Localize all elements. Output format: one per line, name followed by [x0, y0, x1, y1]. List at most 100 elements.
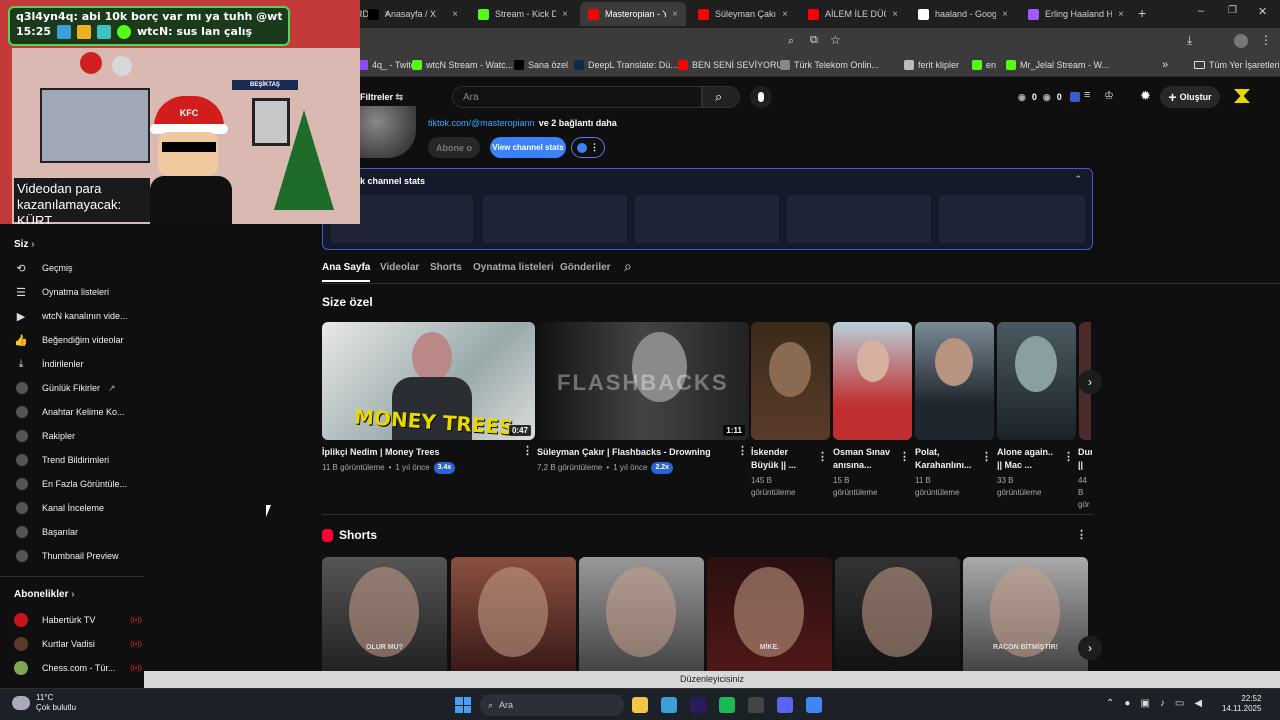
video-thumbnail[interactable]: MONEY TREES 0:47: [322, 322, 535, 440]
window-minimize-button[interactable]: –: [1198, 5, 1204, 17]
settings-icon[interactable]: ✹: [1140, 88, 1151, 104]
bookmark-item[interactable]: en: [972, 60, 996, 70]
carousel-next-button[interactable]: ›: [1078, 370, 1102, 394]
sidebar-item[interactable]: Günlük Fikirler ↗: [14, 378, 142, 398]
sidebar-item[interactable]: 👍 Beğendiğim videolar: [14, 330, 142, 350]
tab-close-icon[interactable]: ×: [782, 9, 788, 20]
sidebar-item[interactable]: ⤓ İndirilenler: [14, 354, 142, 374]
search-button[interactable]: ⌕: [702, 86, 740, 108]
view-channel-stats-button[interactable]: View channel stats: [490, 137, 566, 158]
short-thumbnail[interactable]: MİKE.: [707, 557, 832, 671]
sidebar-item[interactable]: Kanal İnceleme: [14, 498, 142, 518]
video-menu-icon[interactable]: ⋮: [899, 450, 910, 463]
sidebar-you-header[interactable]: Siz ›: [14, 239, 35, 250]
all-bookmarks-folder[interactable]: Tüm Yer İşaretleri: [1194, 60, 1280, 70]
video-title[interactable]: Dur || M...: [1078, 446, 1092, 472]
subscription-item[interactable]: Chess.com - Tür... ((•)): [14, 658, 142, 678]
tab-close-icon[interactable]: ×: [1002, 9, 1008, 20]
short-thumbnail[interactable]: [835, 557, 960, 671]
sidebar-item[interactable]: En Fazla Görüntüle...: [14, 474, 142, 494]
browser-tab[interactable]: Erling Haaland Ha ×: [1020, 2, 1132, 26]
short-thumbnail[interactable]: OLUR MU?: [322, 557, 447, 671]
video-menu-icon[interactable]: ⋮: [817, 450, 828, 463]
tab-close-icon[interactable]: ×: [892, 9, 898, 20]
tab-playlists[interactable]: Oynatma listeleri: [473, 262, 554, 273]
video-thumbnail[interactable]: [997, 322, 1076, 440]
sidebar-subs-header[interactable]: Abonelikler ›: [14, 589, 75, 600]
bookmark-item[interactable]: Mr_Jelal Stream - W...: [1006, 60, 1109, 70]
app-icon[interactable]: [661, 697, 677, 713]
channel-link-more[interactable]: ve 2 bağlantı daha: [539, 118, 617, 128]
tab-shorts[interactable]: Shorts: [430, 262, 462, 273]
video-menu-icon[interactable]: ⋮: [737, 444, 748, 457]
bookmarks-more-icon[interactable]: »: [1162, 59, 1168, 71]
chrome-icon[interactable]: [806, 697, 822, 713]
short-thumbnail[interactable]: [451, 557, 576, 671]
video-menu-icon[interactable]: ⋮: [1063, 450, 1074, 463]
tab-videos[interactable]: Videolar: [380, 262, 419, 273]
bookmark-item[interactable]: BEN SENİ SEVİYORU...: [678, 60, 791, 70]
sidebar-item[interactable]: Başarılar: [14, 522, 142, 542]
browser-tab[interactable]: Süleyman Çakır ve ×: [690, 2, 796, 26]
channel-search-icon[interactable]: ⌕: [624, 258, 632, 275]
tray-app-icon[interactable]: ●: [1124, 698, 1130, 709]
install-icon[interactable]: ⧉: [810, 34, 818, 47]
tab-close-icon[interactable]: ×: [562, 9, 568, 20]
sidebar-item[interactable]: Anahtar Kelime Ko...: [14, 402, 142, 422]
app-icon[interactable]: [748, 697, 764, 713]
shorts-menu-icon[interactable]: ⋮: [1076, 528, 1087, 541]
video-thumbnail[interactable]: FLASHBACKS 1:11: [537, 322, 749, 440]
tab-posts[interactable]: Gönderiler: [560, 262, 611, 273]
video-title[interactable]: Süleyman Çakır | Flashbacks - Drowning: [537, 446, 727, 459]
mic-icon[interactable]: ♪: [1160, 698, 1165, 709]
tab-home[interactable]: Ana Sayfa: [322, 262, 371, 282]
downloads-icon[interactable]: ⤓: [1187, 33, 1192, 48]
sidebar-item[interactable]: Thumbnail Preview: [14, 546, 142, 566]
video-thumbnail[interactable]: [833, 322, 912, 440]
bookmark-item[interactable]: ferit klipler: [904, 60, 959, 70]
sidebar-item[interactable]: ☰ Oynatma listeleri: [14, 282, 142, 302]
video-menu-icon[interactable]: ⋮: [981, 450, 992, 463]
display-icon[interactable]: ▭: [1175, 698, 1184, 709]
window-close-button[interactable]: ✕: [1258, 5, 1267, 18]
subscribe-button[interactable]: Abone o: [428, 137, 480, 158]
volume-icon[interactable]: ◀: [1194, 698, 1202, 709]
premiere-icon[interactable]: [690, 697, 706, 713]
tray-app-icon[interactable]: ▣: [1140, 698, 1149, 709]
bookmark-item[interactable]: Sana özel: [514, 60, 568, 70]
filters-button[interactable]: Filtreler ⇆: [360, 92, 403, 103]
video-thumbnail[interactable]: [751, 322, 830, 440]
create-button[interactable]: + Oluştur: [1160, 86, 1220, 108]
spotify-icon[interactable]: [719, 697, 735, 713]
bookmark-item[interactable]: Türk Telekom Onlin...: [780, 60, 879, 70]
short-thumbnail[interactable]: [579, 557, 704, 671]
bookmark-item[interactable]: DeepL Translate: Dü...: [574, 60, 678, 70]
trophy-icon[interactable]: ♔: [1104, 89, 1114, 102]
sidebar-item[interactable]: Rakipler: [14, 426, 142, 446]
menu-icon[interactable]: ⋮: [1260, 33, 1272, 47]
short-thumbnail[interactable]: RACON BİTMİŞTİR!: [963, 557, 1088, 671]
taskbar-search[interactable]: ⌕ Ara: [480, 694, 624, 716]
subscription-item[interactable]: Kurtlar Vadisi ((•)): [14, 634, 142, 654]
video-title[interactable]: Osman Sınav anısına...: [833, 446, 895, 472]
browser-tab[interactable]: Masteropian - Yo ×: [580, 2, 686, 26]
tab-close-icon[interactable]: ×: [452, 9, 458, 20]
shorts-next-button[interactable]: ›: [1078, 636, 1102, 660]
file-explorer-icon[interactable]: [632, 697, 648, 713]
browser-tab[interactable]: Anasayfa / X ×: [360, 2, 466, 26]
search-input[interactable]: Ara: [452, 86, 702, 108]
bookmark-star-icon[interactable]: ☆: [830, 33, 841, 47]
video-menu-icon[interactable]: ⋮: [522, 444, 533, 457]
subscription-item[interactable]: Habertürk TV ((•)): [14, 610, 142, 630]
new-tab-button[interactable]: +: [1138, 5, 1146, 21]
tab-close-icon[interactable]: ×: [1118, 9, 1124, 20]
zoom-icon[interactable]: ⌕: [788, 35, 794, 48]
tab-close-icon[interactable]: ×: [672, 9, 678, 20]
start-button[interactable]: [455, 697, 471, 713]
browser-tab[interactable]: Stream - Kick Das ×: [470, 2, 576, 26]
video-thumbnail[interactable]: [915, 322, 994, 440]
browser-tab[interactable]: haaland - Google ×: [910, 2, 1016, 26]
channel-link[interactable]: tiktok.com/@masteropiann: [428, 118, 535, 128]
bookmark-item[interactable]: wtcN Stream - Watc...: [412, 60, 513, 70]
window-maximize-button[interactable]: ❐: [1228, 5, 1237, 16]
